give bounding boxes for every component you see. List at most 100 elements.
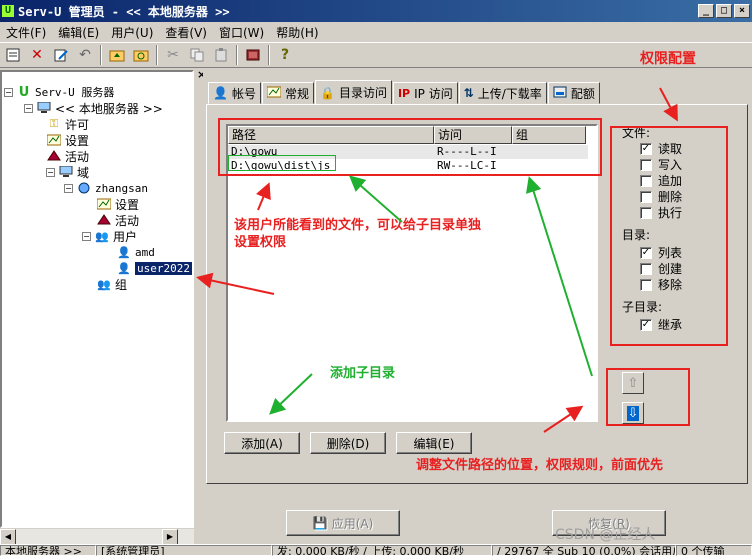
annotation-perm-config: 权限配置 <box>640 51 696 67</box>
perm-inherit-checkbox[interactable]: ✓ 继承 <box>640 316 682 333</box>
group-icon: 👥 <box>97 277 111 291</box>
tree-settings[interactable]: 设置 <box>46 132 89 148</box>
collapse-icon[interactable]: − <box>64 183 73 193</box>
tree-domain-settings[interactable]: 设置 <box>96 196 139 212</box>
tree-root[interactable]: − U Serv-U 服务器 <box>4 84 114 100</box>
user-icon: 👤 <box>117 245 131 259</box>
toolbar-separator <box>236 45 238 65</box>
perm-read-checkbox[interactable]: ✓ 读取 <box>640 140 682 157</box>
refresh-folder-icon[interactable] <box>130 44 152 66</box>
settings-icon <box>46 133 62 147</box>
pane-splitter[interactable] <box>195 70 203 544</box>
table-row[interactable]: D:\gowu\dist\js RW---LC-I <box>228 159 588 173</box>
cut-icon[interactable]: ✂ <box>162 44 184 66</box>
tab-account[interactable]: 👤 帐号 <box>208 82 261 104</box>
tab-bar: 👤 帐号 常规 🔒 目录访问 IP IP 访问 ⇅ 上传/下载率 配额 <box>208 80 601 104</box>
tab-quota[interactable]: 配额 <box>547 82 600 104</box>
toolbar-separator <box>268 45 270 65</box>
edit-button[interactable]: 编辑(E) <box>396 432 472 454</box>
tree-license[interactable]: ⚿ 许可 <box>46 116 89 132</box>
menu-edit[interactable]: 编辑(E) <box>52 24 105 41</box>
transfer-icon: ⇅ <box>463 86 474 100</box>
copy-icon[interactable] <box>186 44 208 66</box>
menu-view[interactable]: 查看(V) <box>159 24 213 41</box>
properties-icon[interactable] <box>2 44 24 66</box>
edit-icon[interactable] <box>50 44 72 66</box>
table-row[interactable]: D:\gowu R----L--I <box>228 145 588 159</box>
tree-domain-zhangsan[interactable]: − zhangsan <box>64 180 148 196</box>
dir-access-list[interactable]: 路径 访问 组 D:\gowu R----L--I D:\gowu\dist\j… <box>226 124 598 422</box>
menu-user[interactable]: 用户(U) <box>105 24 159 41</box>
paste-icon[interactable] <box>210 44 232 66</box>
domain-icon <box>58 165 74 179</box>
move-down-button[interactable]: ⇩ <box>622 402 644 424</box>
status-bar: 本地服务器 >> [系统管理员] 发: 0.000 KB/秒 / 上传: 0.0… <box>0 544 752 556</box>
perm-append-checkbox[interactable]: 追加 <box>640 172 682 189</box>
status-server: 本地服务器 >> <box>0 545 96 556</box>
column-group[interactable]: 组 <box>512 126 586 144</box>
perm-list-checkbox[interactable]: ✓ 列表 <box>640 244 682 261</box>
collapse-icon[interactable]: − <box>82 231 91 241</box>
book-icon[interactable] <box>242 44 264 66</box>
tree-domain-activity[interactable]: 活动 <box>96 212 139 228</box>
tree-domains[interactable]: − 域 <box>46 164 89 180</box>
window-title: Serv-U 管理员 - << 本地服务器 >> <box>18 4 230 19</box>
delete-icon[interactable]: ✕ <box>26 44 48 66</box>
maximize-button[interactable]: □ <box>716 4 732 18</box>
tree-groups[interactable]: 👥 组 <box>96 276 127 292</box>
folder-up-icon[interactable] <box>106 44 128 66</box>
subdir-group-label: 子目录: <box>622 300 663 314</box>
column-access[interactable]: 访问 <box>434 126 512 144</box>
perm-remove-checkbox[interactable]: 移除 <box>640 276 682 293</box>
menu-window[interactable]: 窗口(W) <box>213 24 270 41</box>
scroll-right-button[interactable]: ▶ <box>162 529 178 545</box>
arrow-down-icon: ⇩ <box>627 405 639 421</box>
menu-help[interactable]: 帮助(H) <box>270 24 324 41</box>
tree-user-user2022[interactable]: 👤 user2022 <box>116 260 192 276</box>
tab-transfer-rate[interactable]: ⇅ 上传/下载率 <box>458 82 547 104</box>
menu-file[interactable]: 文件(F) <box>0 24 52 41</box>
arrow-up-icon: ⇧ <box>627 375 639 391</box>
ip-icon: IP <box>397 86 411 100</box>
annotation-visible-files-2: 设置权限 <box>234 235 287 250</box>
lock-icon: 🔒 <box>319 85 335 100</box>
permissions-panel: 文件: ✓ 读取 写入 追加 删除 执行 目录: ✓ 列表 创建 移除 子目录: ✓… <box>608 116 743 346</box>
tree-users[interactable]: − 👥 用户 <box>82 228 137 244</box>
tab-ip-access[interactable]: IP IP 访问 <box>392 82 458 104</box>
annotation-order-rule: 调整文件路径的位置，权限规则，前面优先 <box>416 458 664 473</box>
tree-server[interactable]: − << 本地服务器 >> <box>24 100 163 116</box>
minimize-button[interactable]: _ <box>698 4 714 18</box>
users-icon: 👥 <box>95 229 109 243</box>
move-up-button[interactable]: ⇧ <box>622 372 644 394</box>
perm-delete-checkbox[interactable]: 删除 <box>640 188 682 205</box>
collapse-icon[interactable]: − <box>4 87 13 97</box>
activity-icon <box>46 149 62 163</box>
add-button[interactable]: 添加(A) <box>224 432 300 454</box>
scroll-left-button[interactable]: ◀ <box>0 529 16 545</box>
tree-hscrollbar[interactable]: ◀ ▶ <box>0 528 194 545</box>
user-icon: 👤 <box>213 86 228 100</box>
globe-icon <box>76 181 92 195</box>
undo-icon[interactable]: ↶ <box>74 44 96 66</box>
apply-button[interactable]: 💾 应用(A) <box>286 510 400 536</box>
delete-button[interactable]: 删除(D) <box>310 432 386 454</box>
save-icon: 💾 <box>312 516 328 530</box>
dirs-group-label: 目录: <box>622 228 651 242</box>
close-button[interactable]: × <box>734 4 750 18</box>
serv-u-icon: U <box>18 84 30 100</box>
perm-write-checkbox[interactable]: 写入 <box>640 156 682 173</box>
help-icon[interactable]: ? <box>274 44 296 66</box>
tree-user-amd[interactable]: 👤 amd <box>116 244 155 260</box>
perm-create-checkbox[interactable]: 创建 <box>640 260 682 277</box>
perm-execute-checkbox[interactable]: 执行 <box>640 204 682 221</box>
user-icon: 👤 <box>117 261 131 275</box>
collapse-icon[interactable]: − <box>46 167 55 177</box>
app-window: U Serv-U 管理员 - << 本地服务器 >> _ □ × 文件(F) 编… <box>0 0 752 556</box>
column-path[interactable]: 路径 <box>228 126 434 144</box>
watermark: CSDN @正经人 <box>555 527 656 543</box>
tab-dir-access[interactable]: 🔒 目录访问 <box>314 80 392 104</box>
server-tree[interactable]: − U Serv-U 服务器 − << 本地服务器 >> ⚿ 许可 设置 活动 … <box>0 70 194 528</box>
collapse-icon[interactable]: − <box>24 103 33 113</box>
tree-activity[interactable]: 活动 <box>46 148 89 164</box>
tab-general[interactable]: 常规 <box>261 82 314 104</box>
